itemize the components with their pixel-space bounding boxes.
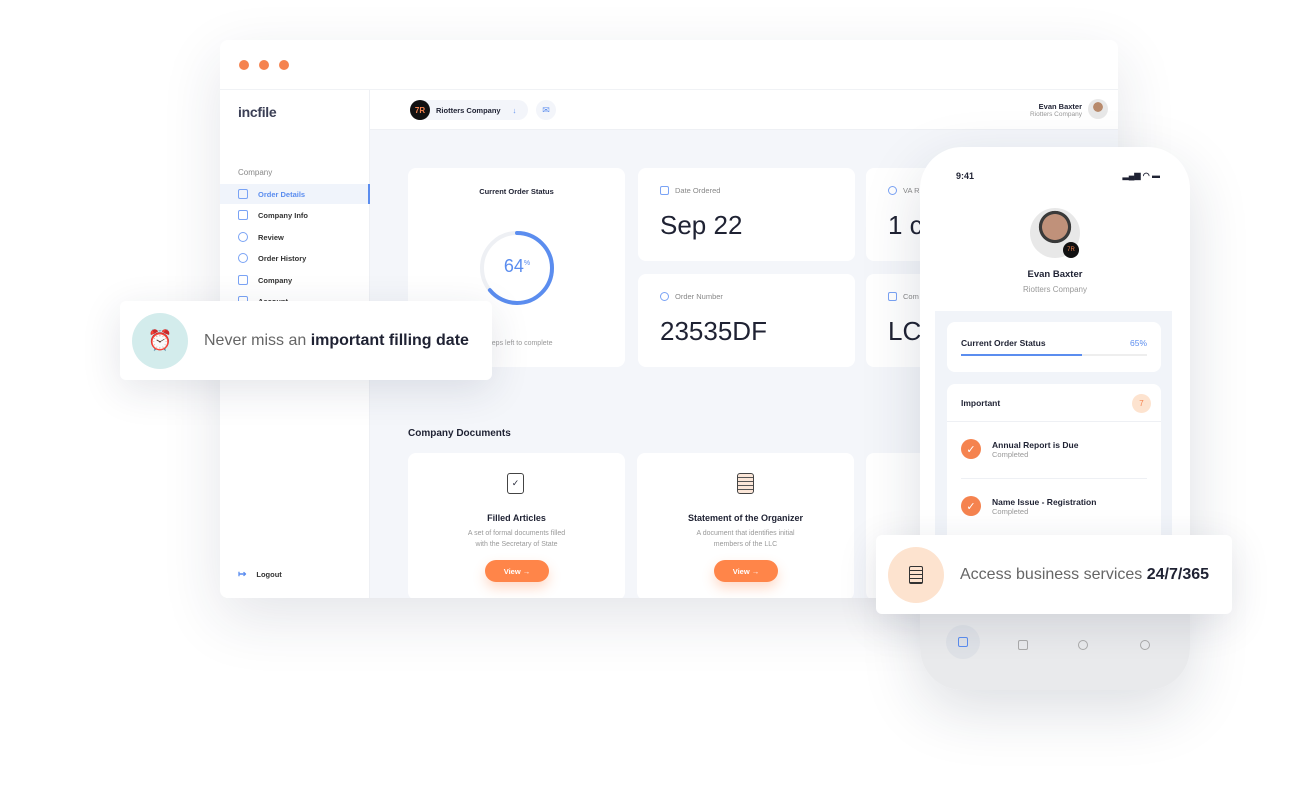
sidebar-item-company[interactable]: Company xyxy=(220,270,370,290)
nav-clock[interactable] xyxy=(1078,637,1088,655)
user-info[interactable]: Evan Baxter Riotters Company xyxy=(1030,102,1082,118)
clock-icon xyxy=(888,186,897,195)
chevron-down-icon: ↓ xyxy=(512,105,517,115)
title-bar xyxy=(220,40,1118,90)
nav-check[interactable] xyxy=(1140,637,1150,655)
window-dot[interactable] xyxy=(279,60,289,70)
date-ordered-value: Sep 22 xyxy=(660,210,743,240)
view-button[interactable]: View → xyxy=(485,560,549,582)
view-button[interactable]: View → xyxy=(714,560,778,582)
window-dot[interactable] xyxy=(239,60,249,70)
company-logo: 7R xyxy=(1063,242,1079,258)
clock-icon xyxy=(1078,640,1088,650)
signal-wifi-battery-icon: ▂▄▆ ◠ ▬ xyxy=(1122,171,1160,180)
calendar-icon xyxy=(660,186,669,195)
profile-company: Riotters Company xyxy=(1022,285,1088,294)
section-title: Company Documents xyxy=(408,428,511,439)
logo[interactable]: incfile xyxy=(238,104,277,120)
card-title: Current Order Status xyxy=(479,187,554,196)
document-icon xyxy=(888,546,944,603)
layout-icon xyxy=(958,637,968,647)
inbox-button[interactable]: ✉ xyxy=(536,100,556,120)
layout-icon xyxy=(238,210,248,220)
document-check-icon: ✓ xyxy=(507,473,524,494)
alarm-clock-icon: ⏰ xyxy=(132,312,188,369)
clipboard-icon xyxy=(1018,640,1028,650)
toast-business-services: Access business services 24/7/365 xyxy=(876,535,1232,614)
bottom-nav xyxy=(920,607,1190,690)
status-time: 9:41 xyxy=(956,171,975,181)
count-badge: 7 xyxy=(1132,394,1151,413)
company-type-value: LC xyxy=(888,316,922,346)
company-selector[interactable]: 7R Riotters Company ↓ xyxy=(410,100,528,120)
nav-clipboard[interactable] xyxy=(1018,637,1028,655)
document-card: ✓ Filled Articles A set of formal docume… xyxy=(408,453,625,598)
info-icon xyxy=(660,292,669,301)
nav-layout[interactable] xyxy=(946,625,980,659)
top-header: 7R Riotters Company ↓ ✉ Evan Baxter Riotter… xyxy=(370,90,1118,130)
progress-bar xyxy=(961,354,1147,356)
document-lines-icon xyxy=(737,473,754,494)
sidebar-item-order-history[interactable]: Order History xyxy=(220,248,370,268)
toast-filling-date: ⏰ Never miss an important filling date xyxy=(120,301,492,380)
va-value: 1 c xyxy=(888,210,923,240)
date-ordered-card: Date Ordered Sep 22 xyxy=(638,168,855,261)
company-logo: 7R xyxy=(410,100,430,120)
sidebar-item-review[interactable]: Review xyxy=(220,227,370,247)
check-icon: ✓ xyxy=(961,496,981,516)
briefcase-icon xyxy=(238,275,248,285)
layers-icon xyxy=(888,292,897,301)
list-item[interactable]: ✓ Annual Report is Due Completed xyxy=(961,439,1078,459)
sidebar-item-company-info[interactable]: Company Info xyxy=(220,205,370,225)
list-item[interactable]: ✓ Name Issue - Registration Completed xyxy=(961,496,1096,516)
profile-name: Evan Baxter xyxy=(1027,269,1083,280)
logout-icon: ↦ xyxy=(238,568,247,580)
document-card: Statement of the Organizer A document th… xyxy=(637,453,854,598)
sidebar-section-label: Company xyxy=(238,168,273,177)
inbox-icon: ✉ xyxy=(542,104,550,115)
phone-status-card[interactable]: Current Order Status 65% xyxy=(947,322,1161,372)
order-number-card: Order Number 23535DF xyxy=(638,274,855,367)
clock-icon xyxy=(238,253,248,263)
order-number-value: 23535DF xyxy=(660,316,767,346)
sidebar-item-order-details[interactable]: Order Details xyxy=(220,184,370,204)
check-circle-icon xyxy=(1140,640,1150,650)
clipboard-icon xyxy=(238,189,248,199)
window-dot[interactable] xyxy=(259,60,269,70)
check-icon: ✓ xyxy=(961,439,981,459)
avatar[interactable] xyxy=(1088,99,1108,119)
progress-percent: 64% xyxy=(503,256,531,276)
check-circle-icon xyxy=(238,232,248,242)
logout-button[interactable]: ↦ Logout xyxy=(220,564,370,584)
